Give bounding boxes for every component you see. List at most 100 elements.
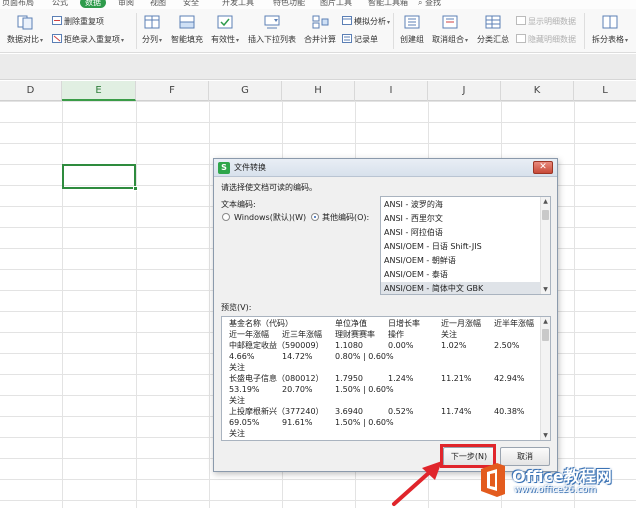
column-header[interactable]: F bbox=[136, 81, 209, 101]
preview-text: 近一年涨幅 bbox=[229, 330, 269, 339]
insert-dropdown-button[interactable]: 插入下拉列表 bbox=[246, 14, 298, 45]
column-header[interactable]: J bbox=[428, 81, 501, 101]
scroll-down-icon[interactable]: ▼ bbox=[541, 285, 550, 294]
data-compare-button[interactable]: 数据对比▾ bbox=[6, 14, 44, 45]
column-header[interactable]: G bbox=[209, 81, 282, 101]
reject-duplicates-button[interactable]: 拒绝录入重复项▾ bbox=[52, 34, 124, 45]
tab-data[interactable]: 数据 bbox=[80, 0, 106, 8]
office-logo-icon bbox=[481, 463, 505, 497]
tab-security[interactable]: 安全 bbox=[183, 0, 199, 8]
list-item[interactable]: ANSI - 波罗的海 bbox=[384, 198, 534, 211]
close-button[interactable]: ✕ bbox=[533, 161, 553, 174]
list-item[interactable]: ANSI - 西里尔文 bbox=[384, 212, 534, 225]
validity-button[interactable]: 有效性▾ bbox=[208, 14, 242, 45]
tab-special[interactable]: 特色功能 bbox=[273, 0, 305, 8]
preview-text: 1.1080 bbox=[335, 341, 363, 350]
tab-developer[interactable]: 开发工具 bbox=[222, 0, 254, 8]
ungroup-button[interactable]: 取消组合▾ bbox=[430, 14, 470, 45]
simulate-analysis-button[interactable]: 模拟分析▾ bbox=[342, 16, 390, 27]
search-tab[interactable]: ⌕ 查找 bbox=[418, 0, 441, 8]
preview-text: 1.50% | 0.60% bbox=[335, 418, 394, 427]
active-cell[interactable] bbox=[62, 164, 138, 191]
preview-text: 0.52% bbox=[388, 407, 414, 416]
list-item[interactable]: ANSI/OEM - 日语 Shift-JIS bbox=[384, 240, 534, 253]
watermark: Office教程网 www.office26.com bbox=[470, 461, 636, 508]
validity-icon bbox=[217, 15, 233, 29]
tab-smart-toolbox[interactable]: 智能工具箱 bbox=[368, 0, 408, 8]
smart-fill-label: 智能填充 bbox=[171, 35, 203, 44]
preview-text: 53.19% bbox=[229, 385, 260, 394]
preview-text: 1.7950 bbox=[335, 374, 363, 383]
list-item-selected[interactable]: ANSI/OEM - 简体中文 GBK bbox=[381, 282, 540, 294]
tab-review[interactable]: 审阅 bbox=[118, 0, 134, 8]
column-header[interactable]: D bbox=[0, 81, 62, 101]
grid-line bbox=[209, 101, 210, 508]
watermark-url: www.office26.com bbox=[514, 485, 597, 495]
tab-view[interactable]: 视图 bbox=[150, 0, 166, 8]
radio-other-label[interactable]: 其他编码(O): bbox=[322, 212, 369, 223]
tab-picture-tools[interactable]: 图片工具 bbox=[320, 0, 352, 8]
show-detail-button[interactable]: 显示明细数据 bbox=[516, 16, 576, 27]
column-header[interactable]: L bbox=[574, 81, 636, 101]
ungroup-icon bbox=[442, 15, 458, 29]
scroll-up-icon[interactable]: ▲ bbox=[541, 317, 550, 326]
remove-duplicates-button[interactable]: 删除重复项 bbox=[52, 16, 104, 27]
column-header[interactable]: K bbox=[501, 81, 574, 101]
grid-line bbox=[62, 101, 63, 508]
list-item[interactable]: ANSI/OEM - 泰语 bbox=[384, 268, 534, 281]
remove-duplicates-icon bbox=[52, 16, 62, 25]
create-group-button[interactable]: 创建组 bbox=[397, 14, 427, 45]
preview-text: 14.72% bbox=[282, 352, 313, 361]
grid-line bbox=[574, 101, 575, 508]
radio-windows-default[interactable] bbox=[222, 213, 230, 221]
tab-page-layout[interactable]: 页面布局 bbox=[2, 0, 34, 8]
preview-text: 40.38% bbox=[494, 407, 525, 416]
watermark-name: Office教程网 bbox=[512, 467, 612, 486]
tab-formula[interactable]: 公式 bbox=[52, 0, 68, 8]
subtotal-button[interactable]: 分类汇总 bbox=[474, 14, 512, 45]
preview-text: 关注 bbox=[229, 429, 245, 438]
create-group-icon bbox=[404, 15, 420, 29]
merge-calc-button[interactable]: 合并计算 bbox=[302, 14, 338, 45]
preview-pane[interactable]: 基金名称（代码） 单位净值 日增长率 近一月涨幅 近半年涨幅 近一年涨幅 近三年… bbox=[221, 316, 551, 441]
search-icon: ⌕ bbox=[418, 0, 423, 7]
scroll-thumb[interactable] bbox=[542, 329, 549, 341]
show-detail-label: 显示明细数据 bbox=[528, 17, 576, 26]
dialog-instruction: 请选择使文档可读的编码。 bbox=[221, 183, 317, 192]
search-label: 查找 bbox=[425, 0, 442, 7]
radio-other-encoding[interactable] bbox=[311, 213, 319, 221]
fill-handle[interactable] bbox=[133, 186, 138, 191]
scroll-down-icon[interactable]: ▼ bbox=[541, 431, 550, 440]
encoding-scrollbar[interactable]: ▲ ▼ bbox=[540, 197, 550, 294]
preview-text: 基金名称（代码） bbox=[229, 319, 293, 328]
smart-fill-button[interactable]: 智能填充 bbox=[169, 14, 205, 45]
column-header[interactable]: I bbox=[355, 81, 428, 101]
preview-text: 日增长率 bbox=[388, 319, 420, 328]
preview-text: 1.02% bbox=[441, 341, 467, 350]
close-icon: ✕ bbox=[539, 162, 547, 172]
scroll-thumb[interactable] bbox=[542, 210, 549, 220]
preview-text: 单位净值 bbox=[335, 319, 367, 328]
preview-text: 69.05% bbox=[229, 418, 260, 427]
list-item[interactable]: ANSI - 阿拉伯语 bbox=[384, 226, 534, 239]
hide-detail-label: 隐藏明细数据 bbox=[528, 35, 576, 44]
split-column-label: 分列 bbox=[141, 35, 158, 44]
scroll-up-icon[interactable]: ▲ bbox=[541, 197, 550, 206]
record-sheet-button[interactable]: 记录单 bbox=[342, 34, 378, 45]
column-header[interactable]: H bbox=[282, 81, 355, 101]
encoding-listbox[interactable]: ANSI - 波罗的海 ANSI - 西里尔文 ANSI - 阿拉伯语 ANSI… bbox=[380, 196, 551, 295]
smart-fill-icon bbox=[179, 15, 195, 29]
preview-text: 0.80% | 0.60% bbox=[335, 352, 394, 361]
hide-detail-button[interactable]: 隐藏明细数据 bbox=[516, 34, 576, 45]
preview-text: 1.50% | 0.60% bbox=[335, 385, 394, 394]
preview-text: 11.74% bbox=[441, 407, 472, 416]
column-header-selected[interactable]: E bbox=[62, 81, 136, 101]
preview-text: 上投摩根新兴（377240） bbox=[229, 407, 324, 416]
preview-text: 理财赛赛率 bbox=[335, 330, 375, 339]
split-table-button[interactable]: 拆分表格▾ bbox=[588, 14, 632, 45]
split-column-button[interactable]: 分列▾ bbox=[140, 14, 164, 45]
list-item[interactable]: ANSI/OEM - 朝鲜语 bbox=[384, 254, 534, 267]
dialog-title-bar[interactable]: S 文件转换 ✕ bbox=[214, 159, 557, 177]
radio-windows-label[interactable]: Windows(默认)(W) bbox=[234, 212, 306, 223]
preview-scrollbar[interactable]: ▲ ▼ bbox=[540, 317, 550, 440]
